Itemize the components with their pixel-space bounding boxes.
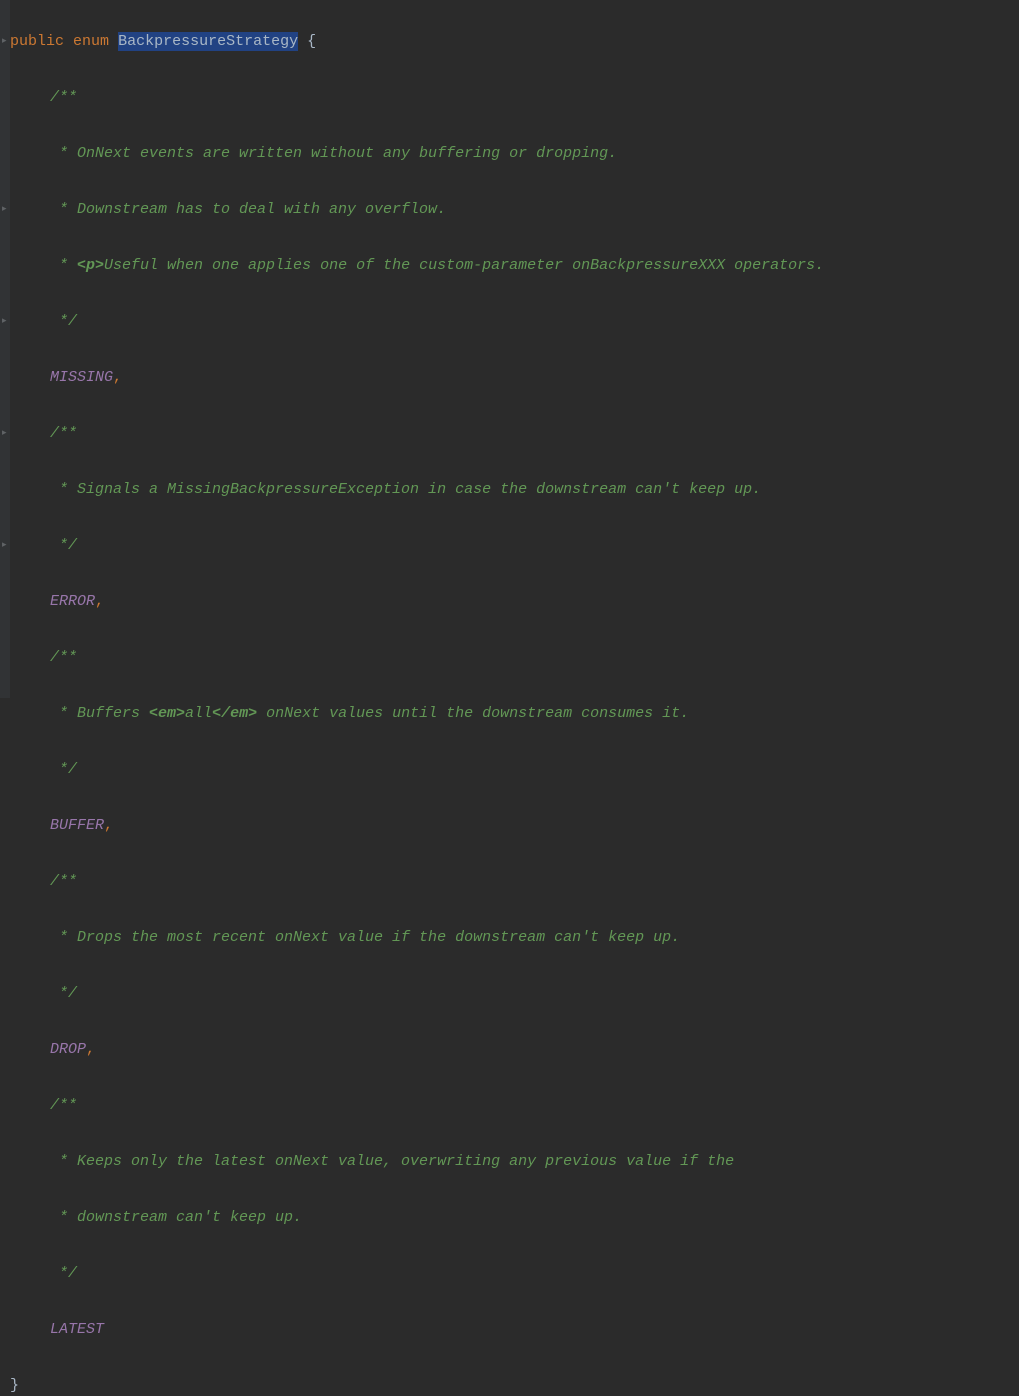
code-line: * downstream can't keep up. xyxy=(10,1204,1019,1232)
code-line: /** xyxy=(10,84,1019,112)
code-line: */ xyxy=(10,308,1019,336)
code-line: */ xyxy=(10,1260,1019,1288)
comma: , xyxy=(104,817,113,834)
doc-tag: </em> xyxy=(212,705,257,722)
comma: , xyxy=(113,369,122,386)
enum-constant-drop: DROP xyxy=(50,1041,86,1058)
code-line: LATEST xyxy=(10,1316,1019,1344)
comment-text: * Buffers xyxy=(50,705,149,722)
keyword-public: public xyxy=(10,33,64,50)
code-line: * Downstream has to deal with any overfl… xyxy=(10,196,1019,224)
brace: { xyxy=(298,33,316,50)
doc-tag: <p> xyxy=(77,257,104,274)
comment-text: * Drops the most recent onNext value if … xyxy=(50,929,680,946)
gutter-mark: ▸ xyxy=(2,36,8,46)
enum-constant-error: ERROR xyxy=(50,593,95,610)
comment-start: /** xyxy=(50,649,77,666)
doc-tag: <em> xyxy=(149,705,185,722)
comment-end: */ xyxy=(50,1265,77,1282)
code-line: /** xyxy=(10,868,1019,896)
code-line: DROP, xyxy=(10,1036,1019,1064)
enum-constant-missing: MISSING xyxy=(50,369,113,386)
comment-end: */ xyxy=(50,537,77,554)
close-brace: } xyxy=(10,1377,19,1394)
gutter-mark: ▸ xyxy=(2,428,8,438)
code-line: * Buffers <em>all</em> onNext values unt… xyxy=(10,700,1019,728)
gutter-mark: ▸ xyxy=(2,204,8,214)
keyword-enum: enum xyxy=(73,33,109,50)
code-line: * <p>Useful when one applies one of the … xyxy=(10,252,1019,280)
comma: , xyxy=(86,1041,95,1058)
code-line: * Keeps only the latest onNext value, ov… xyxy=(10,1148,1019,1176)
comment-start: /** xyxy=(50,1097,77,1114)
code-line: public enum BackpressureStrategy { xyxy=(10,28,1019,56)
code-line: /** xyxy=(10,644,1019,672)
code-line: * Drops the most recent onNext value if … xyxy=(10,924,1019,952)
enum-constant-latest: LATEST xyxy=(50,1321,104,1338)
comment-end: */ xyxy=(50,985,77,1002)
enum-constant-buffer: BUFFER xyxy=(50,817,104,834)
comma: , xyxy=(95,593,104,610)
comment-text: * Signals a MissingBackpressureException… xyxy=(50,481,761,498)
code-line: } xyxy=(10,1372,1019,1396)
code-editor[interactable]: public enum BackpressureStrategy { /** *… xyxy=(0,0,1019,1396)
comment-start: /** xyxy=(50,425,77,442)
comment-text: * xyxy=(50,257,77,274)
comment-end: */ xyxy=(50,761,77,778)
comment-start: /** xyxy=(50,89,77,106)
code-line: MISSING, xyxy=(10,364,1019,392)
comment-text: all xyxy=(185,705,212,722)
code-line: */ xyxy=(10,980,1019,1008)
code-line: /** xyxy=(10,420,1019,448)
comment-text: Useful when one applies one of the custo… xyxy=(104,257,824,274)
gutter-mark: ▸ xyxy=(2,316,8,326)
comment-text: * OnNext events are written without any … xyxy=(50,145,617,162)
comment-text: * Keeps only the latest onNext value, ov… xyxy=(50,1153,734,1170)
comment-end: */ xyxy=(50,313,77,330)
comment-text: * Downstream has to deal with any overfl… xyxy=(50,201,446,218)
class-name-highlighted: BackpressureStrategy xyxy=(118,32,298,51)
code-line: */ xyxy=(10,532,1019,560)
code-line: * Signals a MissingBackpressureException… xyxy=(10,476,1019,504)
code-line: /** xyxy=(10,1092,1019,1120)
code-line: ERROR, xyxy=(10,588,1019,616)
code-line: */ xyxy=(10,756,1019,784)
comment-start: /** xyxy=(50,873,77,890)
code-line: * OnNext events are written without any … xyxy=(10,140,1019,168)
comment-text: onNext values until the downstream consu… xyxy=(257,705,689,722)
gutter-mark: ▸ xyxy=(2,540,8,550)
code-line: BUFFER, xyxy=(10,812,1019,840)
comment-text: * downstream can't keep up. xyxy=(50,1209,302,1226)
editor-gutter: ▸ ▸ ▸ ▸ ▸ xyxy=(0,0,10,698)
